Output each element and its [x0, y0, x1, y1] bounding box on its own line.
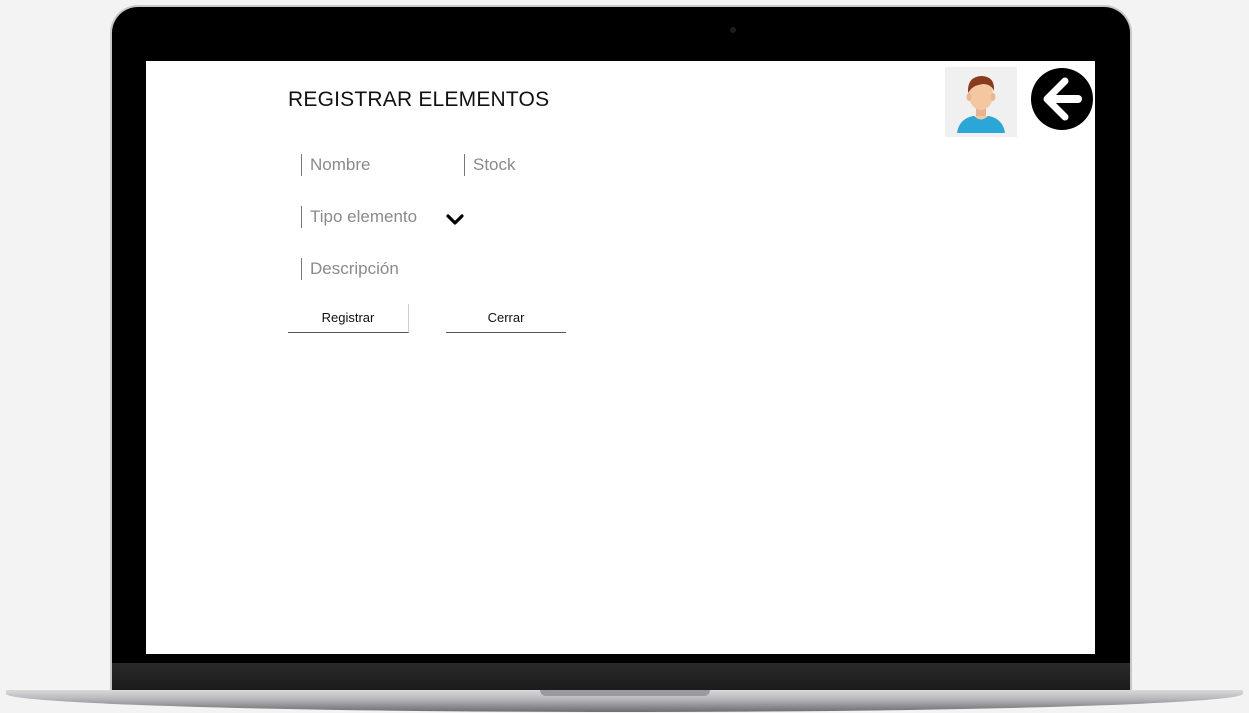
app-screen: REGISTRAR ELEMENTOS Nombre Stock Tipo el… — [146, 61, 1095, 654]
user-avatar-icon — [957, 76, 1005, 133]
descripcion-input[interactable]: Descripción — [301, 258, 510, 280]
laptop-notch — [540, 690, 710, 696]
camera-dot — [730, 27, 736, 33]
registrar-button[interactable]: Registrar — [288, 304, 409, 333]
cerrar-button[interactable]: Cerrar — [446, 304, 566, 333]
user-avatar[interactable] — [945, 67, 1017, 137]
nombre-input[interactable]: Nombre — [301, 154, 440, 176]
page-title: REGISTRAR ELEMENTOS — [288, 88, 550, 111]
chevron-down-icon[interactable] — [446, 213, 464, 227]
arrow-left-circle-icon[interactable] — [1030, 67, 1094, 131]
stock-input[interactable]: Stock — [464, 154, 603, 176]
tipo-elemento-select[interactable]: Tipo elemento — [301, 206, 442, 228]
laptop-bezel-bottom — [112, 663, 1130, 693]
